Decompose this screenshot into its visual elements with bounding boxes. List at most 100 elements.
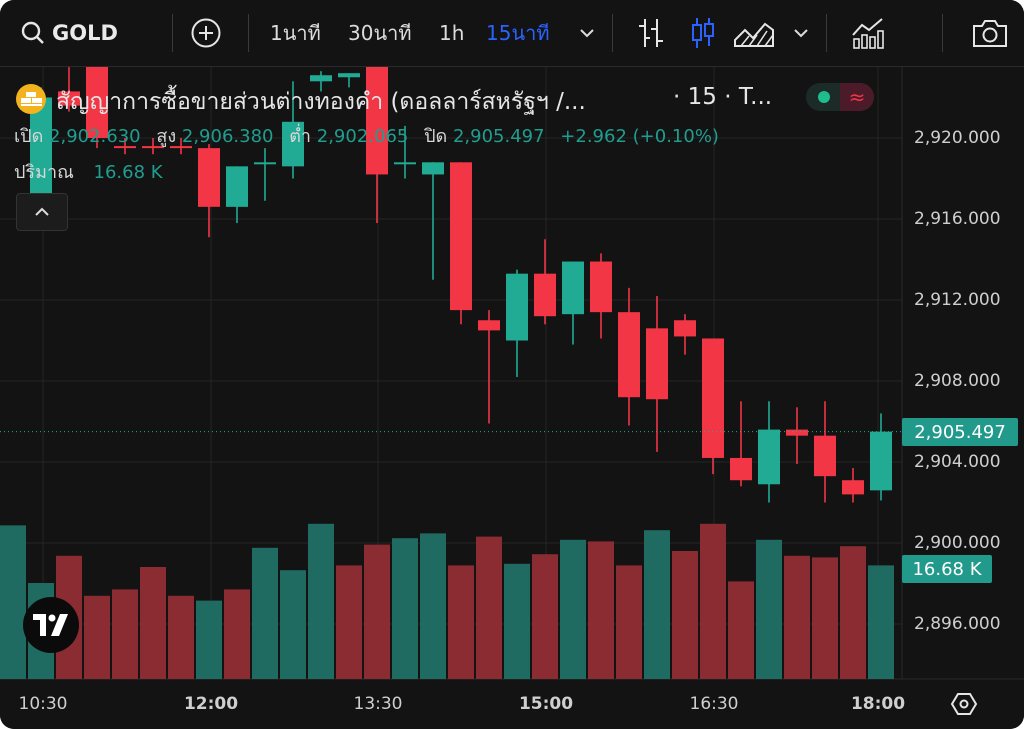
volume-bar	[868, 565, 894, 679]
x-tick-label: 15:00	[518, 694, 574, 714]
close-label: ปิด	[424, 126, 448, 147]
add-icon	[191, 18, 221, 48]
candle-body	[506, 273, 528, 341]
area-chart-icon	[734, 22, 774, 47]
candle-body	[814, 435, 836, 477]
chevron-up-icon	[35, 207, 49, 216]
low-label: ต่ำ	[289, 126, 312, 147]
volume-bar	[196, 600, 222, 679]
candle-body	[674, 320, 696, 337]
volume-bar	[588, 541, 614, 679]
volume-bar	[756, 539, 782, 679]
volume-bar	[336, 565, 362, 679]
volume-bar	[84, 595, 110, 679]
low-value: 2,902.065	[316, 126, 409, 147]
candle-body	[590, 261, 612, 313]
candle-body	[450, 162, 472, 311]
symbol-label: GOLD	[52, 21, 118, 45]
volume-bar	[476, 536, 502, 679]
candle-body	[646, 328, 668, 400]
volume-bar	[0, 525, 26, 679]
search-icon	[21, 21, 44, 44]
tradingview-logo-icon	[33, 614, 68, 636]
candle-body	[562, 261, 584, 315]
volume-value: 16.68 K	[93, 162, 163, 183]
volume-badge: 16.68 K	[902, 555, 992, 583]
interval-1h[interactable]: 1h	[439, 0, 464, 66]
indicators-button[interactable]	[851, 0, 885, 66]
x-tick-label: 18:00	[850, 694, 906, 714]
volume-bar	[420, 533, 446, 679]
volume-bar	[532, 554, 558, 679]
volume-bar	[504, 563, 530, 679]
volume-bar	[364, 544, 390, 679]
last-price-badge: 2,905.497	[902, 418, 1018, 446]
candle-body	[422, 162, 444, 175]
interval-dropdown[interactable]	[578, 0, 596, 66]
interval-30m[interactable]: 30นาที	[348, 0, 412, 66]
interval-exchange-label: · 15 · T...	[673, 84, 773, 110]
volume-bar	[784, 555, 810, 679]
candle-body	[338, 73, 360, 78]
y-tick-label: 2,896.000	[914, 614, 1001, 634]
candle-body	[310, 75, 332, 82]
y-tick-label: 2,908.000	[914, 371, 1001, 391]
close-value: 2,905.497	[452, 126, 545, 147]
screenshot-button[interactable]	[971, 0, 1009, 66]
x-tick-label: 16:30	[689, 694, 739, 714]
volume-bar	[812, 557, 838, 679]
open-value: 2,902.630	[49, 126, 141, 147]
bar-chart-type-icon	[639, 19, 663, 47]
volume-bar	[392, 538, 418, 679]
chevron-down-icon	[794, 29, 808, 38]
candle-body	[198, 148, 220, 207]
volume-bar	[644, 530, 670, 679]
y-tick-label: 2,920.000	[914, 128, 1001, 148]
chart-settings-button[interactable]	[950, 690, 978, 722]
candle-body	[534, 273, 556, 317]
ohlc-row: เปิด 2,902.630 สูง 2,906.380 ต่ำ 2,902.0…	[14, 121, 719, 150]
candle-body	[786, 429, 808, 436]
candle-body	[478, 320, 500, 331]
market-status-pill[interactable]: ≈	[806, 83, 874, 111]
candle-body	[870, 431, 892, 491]
volume-bar	[728, 581, 754, 679]
volume-bar	[140, 567, 166, 679]
bar-chart-type-button[interactable]	[636, 0, 666, 66]
chart-type-dropdown[interactable]	[792, 0, 810, 66]
volume-bar	[308, 523, 334, 679]
candle-body	[730, 457, 752, 481]
high-label: สูง	[156, 126, 177, 147]
settings-icon	[950, 693, 978, 715]
volume-bar	[280, 570, 306, 679]
candle-body	[254, 162, 276, 165]
chevron-down-icon	[580, 29, 594, 38]
candle-body	[842, 480, 864, 495]
symbol-search[interactable]: GOLD	[20, 0, 118, 66]
interval-1m[interactable]: 1นาที	[270, 0, 321, 66]
interval-15m[interactable]: 15นาที	[486, 0, 550, 66]
y-tick-label: 2,900.000	[914, 533, 1001, 553]
volume-bar	[252, 547, 278, 679]
tradingview-logo[interactable]	[23, 597, 79, 653]
volume-bar	[448, 565, 474, 679]
symbol-description[interactable]: สัญญาการซื้อขายส่วนต่างทองคำ (ดอลลาร์สหร…	[56, 84, 586, 120]
volume-bar	[168, 595, 194, 679]
y-tick-label: 2,916.000	[914, 209, 1001, 229]
volume-row: ปริมาณ 16.68 K	[14, 157, 163, 186]
volume-bar	[112, 589, 138, 679]
high-value: 2,906.380	[181, 126, 274, 147]
camera-icon	[973, 20, 1007, 47]
candlestick-button[interactable]	[689, 0, 717, 66]
x-tick-label: 12:00	[183, 694, 239, 714]
add-symbol-button[interactable]	[190, 0, 222, 66]
volume-bar	[224, 589, 250, 679]
area-chart-button[interactable]	[733, 0, 775, 66]
candlestick-icon	[692, 18, 714, 48]
collapse-legend-button[interactable]	[16, 193, 68, 231]
volume-bar	[700, 523, 726, 679]
toolbar: GOLD 1นาที 30นาที 1h 15นาที	[0, 0, 1024, 67]
candle-body	[702, 338, 724, 458]
candle-body	[226, 166, 248, 207]
y-tick-label: 2,912.000	[914, 290, 1001, 310]
